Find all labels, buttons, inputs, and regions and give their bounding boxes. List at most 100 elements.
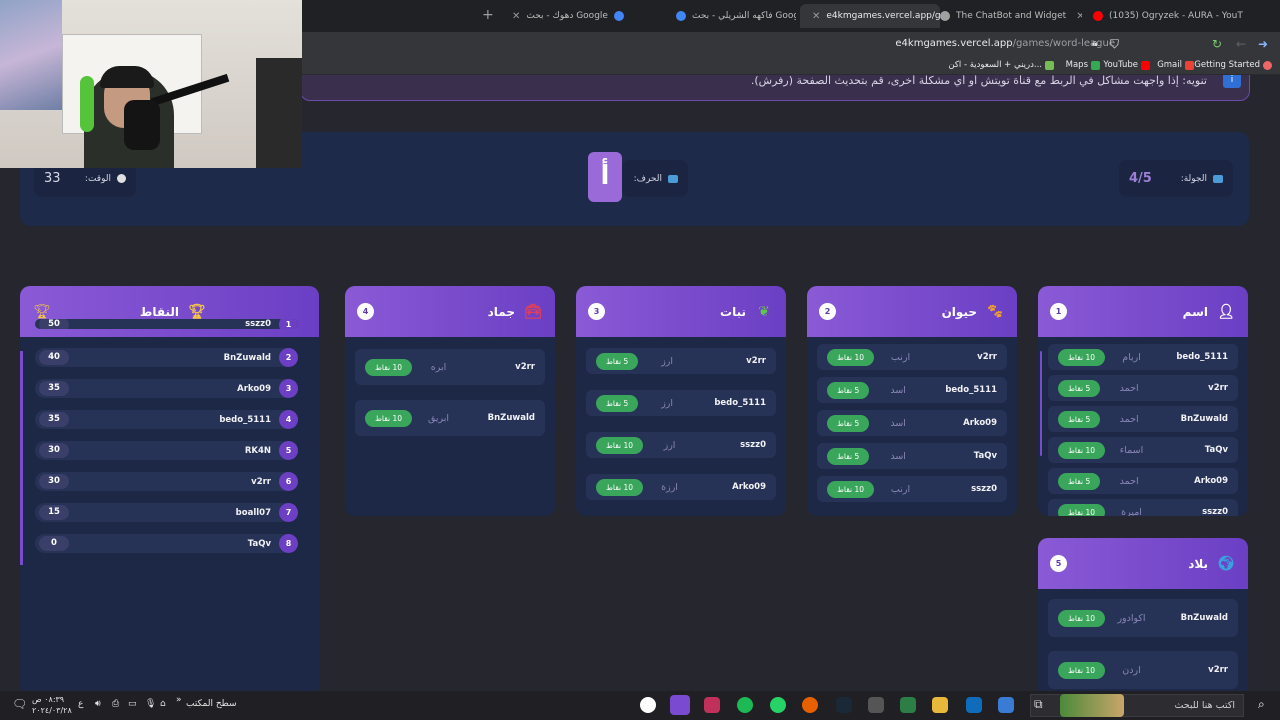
points-badge: 10 نقاط [827,480,875,498]
store-icon[interactable] [900,697,916,713]
volume-icon[interactable]: 🔊︎ [95,699,101,709]
answer-row: TaQv اسد 5 نقاط [817,443,1007,469]
points-badge: 10 نقاط [596,478,644,496]
language-indicator[interactable]: ع [78,699,83,709]
points-badge: 5 نقاط [1058,472,1101,490]
notification-icon[interactable]: 🗨︎ [12,697,28,713]
category-scrollbar[interactable] [1040,351,1042,456]
tab-chatbot[interactable]: The ChatBot and Widget ✕ [932,4,1082,28]
gmail-icon [1185,60,1194,70]
forward-arrow-icon[interactable]: ← [1236,37,1246,51]
answer-row: v2rr ابره 10 نقاط [355,349,545,385]
display-icon[interactable]: ▭ [128,699,137,709]
answer-row: Arko09 احمد 5 نقاط [1048,468,1238,494]
chevron-icon[interactable]: » [176,695,182,705]
tab-google-search-1[interactable]: فاكهه الشريلي - بحث Google [668,4,796,28]
firefox-icon[interactable] [802,697,818,713]
category-card-country: 🌍︎ بلاد 5 BnZuwald اكوادور 10 نقاط v2rr اردن… [1038,538,1248,691]
leaderboard-header: 🏆︎ النقاط 🏆︎ [20,286,319,337]
back-arrow-icon[interactable]: ➜ [1258,37,1268,51]
points-badge: 5 نقاط [827,414,870,432]
bookmark-maps[interactable]: Maps [1066,60,1100,70]
google-favicon-icon [613,11,624,21]
app-icon-1[interactable] [998,697,1014,713]
bookmark-getting-started[interactable]: Getting Started [1194,60,1272,70]
headset-icon [80,76,94,132]
answer-row: bedo_5111 اريام 10 نقاط [1048,344,1238,370]
whatsapp-icon[interactable] [770,697,786,713]
notice-text: تنويه: إذا واجهت مشاكل في الربط مع قناة … [750,75,1207,87]
person-icon: 👤︎ [1217,303,1235,320]
answer-row: BnZuwald احمد 5 نقاط [1048,406,1238,432]
windows-search-icon[interactable]: ⌕ [1258,697,1274,713]
tab-google-search-2[interactable]: ✕ دهوك - بحث Google [500,4,650,28]
google-favicon-icon [676,11,686,21]
answer-row: Arko09 ارزة 10 نقاط [586,474,776,500]
leaderboard-row: 2 BnZuwald 40 [35,348,298,367]
category-header: 🧰︎ جماد 4 [345,286,555,337]
close-tab-icon[interactable]: ✕ [812,11,820,22]
answer-row: v2rr ارنب 10 نقاط [817,344,1007,370]
points-badge: 5 نقاط [596,394,639,412]
wall-painting [0,0,62,110]
timer-icon [117,174,126,183]
leaderboard-row: 5 RK4N 30 [35,441,298,460]
points-badge: 10 نقاط [365,409,413,427]
desktop-label[interactable]: سطح المكتب [186,699,237,709]
new-tab-button[interactable]: + [482,7,494,23]
microphone-status-icon[interactable]: 🎙︎ [145,699,156,709]
microphone-icon [124,100,160,150]
widget-thumbnail[interactable] [1060,694,1124,717]
category-number: 2 [819,303,836,320]
tab-e4kmgames[interactable]: ✕ e4kmgames.vercel.app/game [800,4,940,28]
leaderboard-row: 8 TaQv 0 [35,534,298,553]
answer-row: v2rr ارز 5 نقاط [586,348,776,374]
discord-icon[interactable] [670,695,690,715]
answer-row: v2rr اردن 10 نقاط [1048,651,1238,689]
points-badge: 5 نقاط [827,381,870,399]
category-header: 🐾︎ حيوان 2 [807,286,1017,337]
tab-youtube[interactable]: (1035) Ogryzek - AURA - YouT [1085,4,1255,28]
answer-row: sszz0 ارنب 10 نقاط [817,476,1007,502]
round-indicator: الجولة: 4/5 [1119,160,1233,197]
chrome-icon[interactable] [640,697,656,713]
bookmark-gmail[interactable]: Gmail [1157,60,1194,70]
answer-row: Arko09 اسد 5 نقاط [817,410,1007,436]
file-explorer-icon[interactable] [932,697,948,713]
app-icon-3[interactable] [704,697,720,713]
category-number: 4 [357,303,374,320]
answer-row: BnZuwald ابريق 10 نقاط [355,400,545,436]
leaderboard-row: 4 bedo_5111 35 [35,410,298,429]
close-tab-icon[interactable]: ✕ [512,11,520,22]
paw-icon: 🐾︎ [986,303,1004,320]
system-clock[interactable]: ٠٨:٣٩ ص ٢٠٢٤/٠٣/٢٨ [32,694,72,716]
points-badge: 10 نقاط [1058,609,1106,627]
bookmark-saudi[interactable]: دريني + السعودية - اكن... [948,60,1054,70]
points-badge: 5 نقاط [1058,410,1101,428]
spotify-icon[interactable] [737,697,753,713]
notice-banner: تنويه: إذا واجهت مشاكل في الربط مع قناة … [300,75,1250,101]
toolbox-icon: 🧰︎ [524,303,542,320]
leaderboard-scrollbar[interactable] [20,351,23,565]
bookmark-favicon-icon [1045,60,1054,70]
network-icon[interactable]: ⌂ [160,699,166,709]
refresh-icon [1213,174,1223,183]
bookmark-youtube[interactable]: YouTube [1103,60,1150,70]
points-badge: 10 نقاط [365,358,413,376]
outlook-icon[interactable] [966,697,982,713]
windows-taskbar: ⌕ اكتب هنا للبحث ⧉ سطح المكتب » ⌂ 🎙︎ ▭ ⎙… [0,691,1280,720]
camera-icon[interactable]: ⎙ [112,699,119,709]
points-badge: 10 نقاط [1058,441,1106,459]
category-number: 5 [1050,555,1067,572]
dark-cabinet [256,58,302,168]
points-badge: 5 نقاط [1058,379,1101,397]
category-header: ❦ نبات 3 [576,286,786,337]
address-bar[interactable]: e4kmgames.vercel.app/games/word-league [895,38,1115,49]
answer-row: TaQv اسماء 10 نقاط [1048,437,1238,463]
category-card-animal: 🐾︎ حيوان 2 v2rr ارنب 10 نقاط bedo_5111 اسد 5 … [807,286,1017,516]
steam-icon[interactable] [836,697,852,713]
reload-icon[interactable]: ↻ [1212,37,1222,51]
close-tab-icon[interactable]: ✕ [1076,11,1082,22]
app-icon-2[interactable] [868,697,884,713]
task-view-icon[interactable]: ⧉ [1034,697,1050,713]
